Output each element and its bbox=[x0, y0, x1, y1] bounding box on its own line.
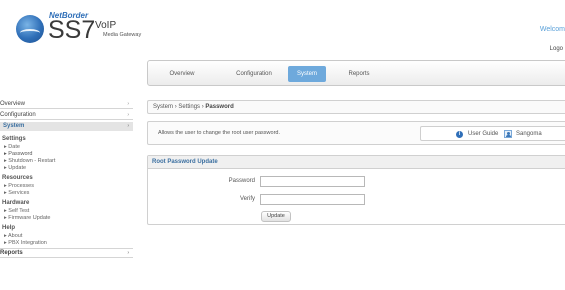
chevron-right-icon: › bbox=[127, 123, 129, 129]
netborder-logo: NetBorder SS7 VoIP Media Gateway bbox=[16, 10, 146, 50]
tab-system[interactable]: System bbox=[288, 66, 326, 82]
user-guide-link[interactable]: User Guide bbox=[468, 131, 498, 137]
product-subtitle: Media Gateway bbox=[103, 32, 142, 38]
tab-reports[interactable]: Reports bbox=[340, 66, 378, 82]
sidebar-item-configuration[interactable]: Configuration › bbox=[0, 111, 133, 120]
sidebar-link-password[interactable]: ▸ Password bbox=[0, 151, 133, 157]
logout-link[interactable]: Logo bbox=[550, 46, 563, 52]
sidebar-section-hardware: Hardware bbox=[2, 200, 30, 206]
chevron-right-icon: › bbox=[127, 101, 129, 107]
sangoma-link[interactable]: Sangoma bbox=[516, 131, 542, 137]
sidebar-link-processes[interactable]: ▸ Processes bbox=[0, 183, 133, 189]
page-description: Allows the user to change the root user … bbox=[158, 130, 280, 136]
breadcrumb: System › Settings › Password bbox=[147, 100, 565, 114]
sidebar-item-label: Reports bbox=[0, 250, 23, 256]
chevron-right-icon: › bbox=[127, 250, 129, 256]
globe-icon bbox=[16, 15, 44, 43]
sidebar-section-resources: Resources bbox=[2, 175, 33, 181]
sidebar-link-services[interactable]: ▸ Services bbox=[0, 190, 133, 196]
sidebar-link-about[interactable]: ▸ About bbox=[0, 233, 133, 239]
person-icon bbox=[504, 130, 512, 138]
verify-label: Verify bbox=[239, 196, 255, 202]
sidebar-item-system[interactable]: System › bbox=[0, 122, 133, 131]
sidebar-item-label: Overview bbox=[0, 101, 26, 107]
tab-overview[interactable]: Overview bbox=[162, 66, 202, 82]
breadcrumb-settings[interactable]: Settings bbox=[178, 104, 200, 110]
sidebar-section-help: Help bbox=[2, 225, 16, 231]
root-password-form: Root Password Update Password Verify Upd… bbox=[147, 155, 565, 225]
sidebar-link-pbx-integration[interactable]: ▸ PBX Integration bbox=[0, 240, 133, 246]
help-links: i User Guide Sangoma bbox=[420, 126, 565, 141]
sidebar-link-shutdown-restart[interactable]: ▸ Shutdown - Restart bbox=[0, 158, 133, 164]
sidebar-link-firmware-update[interactable]: ▸ Firmware Update bbox=[0, 215, 133, 221]
sidebar-item-reports[interactable]: Reports › bbox=[0, 248, 133, 258]
sidebar-link-update[interactable]: ▸ Update bbox=[0, 165, 133, 171]
breadcrumb-current: Password bbox=[205, 104, 234, 110]
password-field[interactable] bbox=[260, 176, 365, 187]
password-label: Password bbox=[228, 178, 255, 184]
top-navigation: Overview Configuration System Reports bbox=[147, 60, 565, 86]
verify-field[interactable] bbox=[260, 194, 365, 205]
sidebar-item-label: Configuration bbox=[0, 112, 36, 118]
chevron-right-icon: › bbox=[127, 112, 129, 118]
update-button[interactable]: Update bbox=[261, 211, 291, 222]
welcome-text: Welcom bbox=[539, 26, 565, 33]
sidebar-item-label: System bbox=[3, 123, 25, 129]
info-icon: i bbox=[456, 131, 463, 138]
sidebar-section-settings: Settings bbox=[2, 136, 26, 142]
breadcrumb-separator: › bbox=[201, 104, 204, 110]
voip-label: VoIP bbox=[95, 20, 117, 31]
form-title: Root Password Update bbox=[148, 156, 565, 169]
tab-configuration[interactable]: Configuration bbox=[226, 66, 282, 82]
product-name: SS7 bbox=[48, 16, 96, 44]
description-panel: Allows the user to change the root user … bbox=[147, 121, 565, 145]
breadcrumb-system[interactable]: System bbox=[153, 104, 173, 110]
sidebar-link-self-test[interactable]: ▸ Self Test bbox=[0, 208, 133, 214]
sidebar-link-date[interactable]: ▸ Date bbox=[0, 144, 133, 150]
breadcrumb-separator: › bbox=[174, 104, 177, 110]
sidebar-item-overview[interactable]: Overview › bbox=[0, 100, 133, 109]
